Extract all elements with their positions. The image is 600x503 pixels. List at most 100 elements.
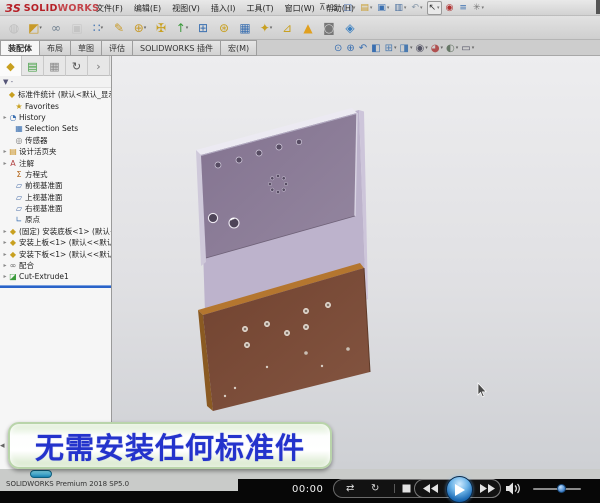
select-button[interactable]: ↖▾ <box>427 1 442 15</box>
chevron-down-icon: ▾ <box>353 5 356 11</box>
rewind-button[interactable] <box>423 484 438 493</box>
tree-item-top-plane[interactable]: ▱ 上视基准面 <box>0 192 111 203</box>
move-component-button[interactable]: ⊕▾ <box>130 17 150 38</box>
smart-fasteners-button[interactable]: ✠ <box>151 17 171 38</box>
tab-solidworks-addins[interactable]: SOLIDWORKS 插件 <box>133 40 221 56</box>
section-view-button[interactable]: ◧ <box>371 43 381 54</box>
rebuild-button[interactable]: ◉ <box>445 1 456 15</box>
tree-item-history[interactable]: ▸ ◔ History <box>0 112 111 123</box>
propertymanager-tab[interactable]: ▤ <box>22 56 44 76</box>
tree-item-mates[interactable]: ▸ ∞ 配合 <box>0 260 111 271</box>
zoom-fit-button[interactable]: ⊙ <box>334 43 343 54</box>
menu-file[interactable]: 文件(F) <box>96 3 123 14</box>
previous-view-button[interactable]: ↶ <box>359 43 368 54</box>
window-edge <box>596 0 600 14</box>
gear-mate-button[interactable]: ⊛ <box>214 17 234 38</box>
apply-scene-button[interactable]: ◐▾ <box>446 43 458 54</box>
exploded-view-button[interactable]: ↑▾ <box>172 17 192 38</box>
tab-macro[interactable]: 宏(M) <box>221 40 257 56</box>
tree-item-origin[interactable]: ∟ 原点 <box>0 214 111 225</box>
pin-icon[interactable]: ⊼ <box>318 1 328 15</box>
options-list-button[interactable]: ≡ <box>458 1 469 15</box>
play-button[interactable] <box>446 476 473 503</box>
snapshot-button[interactable]: ◙ <box>319 17 339 38</box>
more-tabs-arrow[interactable]: › <box>88 56 110 76</box>
featuremanager-tab[interactable]: ◆ <box>0 56 22 76</box>
stop-button[interactable] <box>402 484 411 493</box>
graphics-viewport[interactable] <box>112 56 600 469</box>
tree-item-sensors[interactable]: ◎ 传感器 <box>0 135 111 146</box>
repeat-button[interactable]: ↻ <box>371 484 379 494</box>
shuffle-button[interactable]: ⇄ <box>346 484 354 494</box>
tree-item-selection-sets[interactable]: ▦ Selection Sets <box>0 123 111 134</box>
insert-components-button[interactable]: ◩▾ <box>25 17 45 38</box>
banner-tail-arrow: ◂ <box>0 441 5 451</box>
tree-item-upper-plate[interactable]: ▸ ◆ 安装上板<1> (默认<<默认 <box>0 237 111 248</box>
menu-view[interactable]: 视图(V) <box>172 3 200 14</box>
assembly-features-button[interactable]: ⊞ <box>193 17 213 38</box>
save-button[interactable]: ▣▾ <box>376 1 390 15</box>
tab-evaluate[interactable]: 评估 <box>102 40 133 56</box>
tree-item-favorites[interactable]: ★ Favorites <box>0 100 111 111</box>
tree-item-icon: ◆ <box>8 250 18 259</box>
undo-button[interactable]: ↶▾ <box>410 1 423 15</box>
print-button[interactable]: ▥▾ <box>393 1 407 15</box>
menu-tools[interactable]: 工具(T) <box>246 3 273 14</box>
tree-item-front-plane[interactable]: ▱ 前视基准面 <box>0 180 111 191</box>
tree-filter[interactable]: ▼ - <box>0 76 111 88</box>
tree-item-icon: ▱ <box>14 193 24 202</box>
edit-appearance-button[interactable]: ◕▾ <box>431 43 443 54</box>
new-document-button[interactable]: □▾ <box>342 1 356 15</box>
feature-tree: ◆ 标准件统计 (默认<默认_显示状 ★ Favorites ▸ ◔ Histo… <box>0 88 111 283</box>
volume-slider-handle[interactable] <box>557 484 566 493</box>
isolate-button[interactable]: ◈ <box>340 17 360 38</box>
media-controls: 00:00 ⇄ ↻ <box>0 476 600 503</box>
caption-banner: 无需安装任何标准件 <box>8 422 332 469</box>
tab-sketch[interactable]: 草图 <box>71 40 102 56</box>
tree-item-icon: ▤ <box>8 147 18 156</box>
tree-item-root[interactable]: ◆ 标准件统计 (默认<默认_显示状 <box>0 89 111 100</box>
zoom-area-button[interactable]: ⊕ <box>346 43 355 54</box>
dimxpert-tab[interactable]: ↻ <box>66 56 88 76</box>
quick-access-toolbar: ⊼ ⌂ □▾ ▤▾ ▣▾ ▥▾ ↶▾ ↖▾ ◉ ≡ ✳▾ <box>318 0 485 16</box>
preview-button[interactable]: ▣ <box>67 17 87 38</box>
menubar: 文件(F)编辑(E)视图(V)插入(I)工具(T)窗口(W)帮助(H) <box>96 0 354 16</box>
tree-item-equations[interactable]: Σ 方程式 <box>0 169 111 180</box>
tree-item-lower-plate[interactable]: ▸ ◆ 安装下板<1> (默认<<默认 <box>0 248 111 259</box>
bom-table-button[interactable]: ▦ <box>235 17 255 38</box>
chevron-down-icon: ▾ <box>404 5 407 11</box>
edit-component-button[interactable]: ◍ <box>4 17 24 38</box>
fast-forward-button[interactable] <box>480 484 495 493</box>
mate-button[interactable]: ∞ <box>46 17 66 38</box>
volume-speaker-icon[interactable] <box>506 482 522 495</box>
tree-item-cut-extrude1[interactable]: ▸ ◪ Cut-Extrude1 <box>0 271 111 282</box>
display-style-button[interactable]: ◨▾ <box>400 43 413 54</box>
tree-item-annotations[interactable]: ▸ A 注解 <box>0 157 111 168</box>
view-settings-button[interactable]: ▭▾ <box>461 43 474 54</box>
rollback-bar[interactable] <box>0 285 111 288</box>
interference-detection-button[interactable]: ▲ <box>298 17 318 38</box>
home-button[interactable]: ⌂ <box>331 1 340 15</box>
tree-item-icon: ▦ <box>14 124 24 133</box>
chevron-down-icon: ▾ <box>144 25 147 31</box>
fastener-button[interactable]: ✦▾ <box>256 17 276 38</box>
settings-gear-button[interactable]: ✳▾ <box>472 1 485 15</box>
component-pattern-button[interactable]: ∷▾ <box>88 17 108 38</box>
hide-show-items-button[interactable]: ◉▾ <box>416 43 428 54</box>
tree-item-right-plane[interactable]: ▱ 右视基准面 <box>0 203 111 214</box>
tree-item-icon: ◔ <box>8 113 18 122</box>
menu-insert[interactable]: 插入(I) <box>211 3 236 14</box>
tab-layout[interactable]: 布局 <box>40 40 71 56</box>
configurationmanager-tab[interactable]: ▦ <box>44 56 66 76</box>
tree-item-design-binder[interactable]: ▸ ▤ 设计活页夹 <box>0 146 111 157</box>
chevron-down-icon: ▾ <box>456 45 459 51</box>
measure-button[interactable]: ⊿ <box>277 17 297 38</box>
menu-window[interactable]: 窗口(W) <box>285 3 315 14</box>
menu-edit[interactable]: 编辑(E) <box>134 3 161 14</box>
edit-part-button[interactable]: ✎ <box>109 17 129 38</box>
view-orientation-button[interactable]: ⊞▾ <box>385 43 397 54</box>
tree-item-base-plate[interactable]: ▸ ◆ (固定) 安装底板<1> (默认< <box>0 226 111 237</box>
open-button[interactable]: ▤▾ <box>359 1 373 15</box>
chevron-down-icon: ▾ <box>39 25 42 31</box>
tab-assembly[interactable]: 装配体 <box>0 40 40 56</box>
